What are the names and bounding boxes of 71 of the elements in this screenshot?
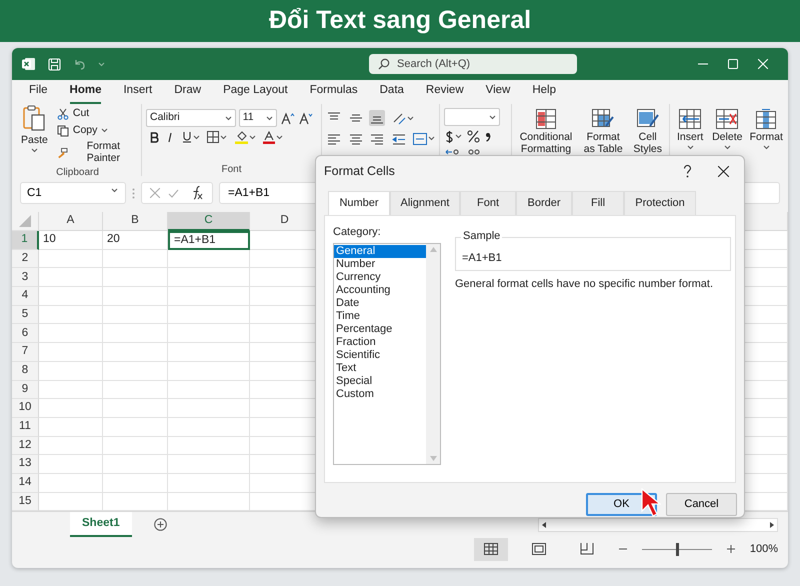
row-header[interactable]: 5 (12, 306, 39, 324)
column-header[interactable]: C (168, 212, 250, 231)
name-box[interactable]: C1 (20, 182, 126, 204)
row-header[interactable]: 9 (12, 380, 39, 400)
menu-tab[interactable]: Home (58, 80, 112, 102)
row-header[interactable]: 1 (12, 231, 39, 250)
row-header[interactable]: 12 (12, 436, 39, 456)
table-cell: 10 (39, 231, 103, 250)
font-name-dropdown[interactable]: Calibri (146, 109, 236, 127)
category-item[interactable]: Currency (334, 271, 426, 284)
menu-tab[interactable]: Insert (112, 80, 164, 102)
copy-button[interactable]: Copy (54, 124, 137, 138)
row-header[interactable]: 7 (12, 343, 39, 362)
category-item[interactable]: Accounting (334, 284, 426, 297)
category-list[interactable]: General Number Currency Accounting Date Time Percentage Fraction Scientific Text Special Custom (333, 243, 441, 465)
dialog-tab[interactable]: Fill (572, 191, 624, 214)
menu-tab[interactable]: View (474, 80, 522, 102)
sample-label: Sample (461, 230, 502, 243)
menu-tab[interactable]: File (18, 80, 59, 102)
category-item[interactable]: Percentage (334, 323, 426, 336)
banner-title: Đổi Text sang General (0, 0, 800, 42)
category-label: Category: (333, 224, 382, 240)
font-size-dropdown[interactable]: 11 (238, 109, 277, 127)
row-header[interactable]: 10 (12, 399, 39, 418)
row-header[interactable]: 3 (12, 268, 39, 288)
menu-tab[interactable]: Help (521, 80, 568, 102)
search-field[interactable]: Search (Alt+Q) (369, 54, 577, 74)
menu-tab[interactable]: Data (368, 80, 415, 102)
category-item[interactable]: Special (334, 375, 426, 388)
cancel-button[interactable]: Cancel (666, 492, 737, 516)
row-header[interactable]: 15 (12, 492, 39, 512)
dialog-title: Format Cells (324, 162, 395, 180)
category-item[interactable]: Date (334, 297, 426, 310)
format-description: General format cells have no specific number format. (455, 277, 714, 292)
dialog-tab[interactable]: Border (516, 191, 572, 214)
row-header[interactable]: 4 (12, 287, 39, 306)
row-header[interactable]: 11 (12, 418, 39, 437)
dialog-tab[interactable]: Protection (624, 191, 696, 214)
sheet-tab[interactable]: Sheet1 (70, 512, 132, 538)
group-label: Clipboard (56, 167, 99, 178)
row-header[interactable]: 13 (12, 455, 39, 474)
group-label: Font (221, 164, 242, 175)
category-item[interactable]: Number (334, 258, 426, 271)
row-header[interactable]: 2 (12, 250, 39, 268)
sample-value: =A1+B1 (462, 252, 502, 264)
dialog-tab[interactable]: Number (328, 191, 390, 214)
category-item[interactable]: General (334, 245, 426, 258)
dialog-tab[interactable]: Font (460, 191, 516, 214)
delete-button[interactable]: Delete (709, 109, 746, 150)
paste-button[interactable]: Paste (18, 104, 51, 166)
row-header[interactable]: 14 (12, 474, 39, 493)
insert-button[interactable]: Insert (674, 109, 706, 150)
category-item[interactable]: Text (334, 362, 426, 375)
menu-tab[interactable]: Formulas (298, 80, 369, 102)
menu-tab[interactable]: Review (414, 80, 475, 102)
zoom-level: 100% (750, 542, 778, 558)
category-item[interactable]: Time (334, 310, 426, 323)
row-header[interactable]: 8 (12, 362, 39, 380)
format-painter-button[interactable]: Format Painter (54, 140, 137, 166)
format-button[interactable]: Format (748, 109, 784, 150)
column-header[interactable]: A (39, 212, 103, 231)
dialog-tab[interactable]: Alignment (390, 191, 460, 214)
category-item[interactable]: Custom (334, 388, 426, 401)
cut-button[interactable]: Cut (54, 106, 137, 121)
table-cell: =A1+B1 (168, 231, 250, 250)
category-item[interactable]: Scientific (334, 349, 426, 362)
menu-tab[interactable]: Draw (163, 80, 212, 102)
row-header[interactable]: 6 (12, 324, 39, 344)
menu-tab[interactable]: Page Layout (212, 80, 299, 102)
category-item[interactable]: Fraction (334, 336, 426, 349)
table-cell: 20 (103, 231, 168, 250)
